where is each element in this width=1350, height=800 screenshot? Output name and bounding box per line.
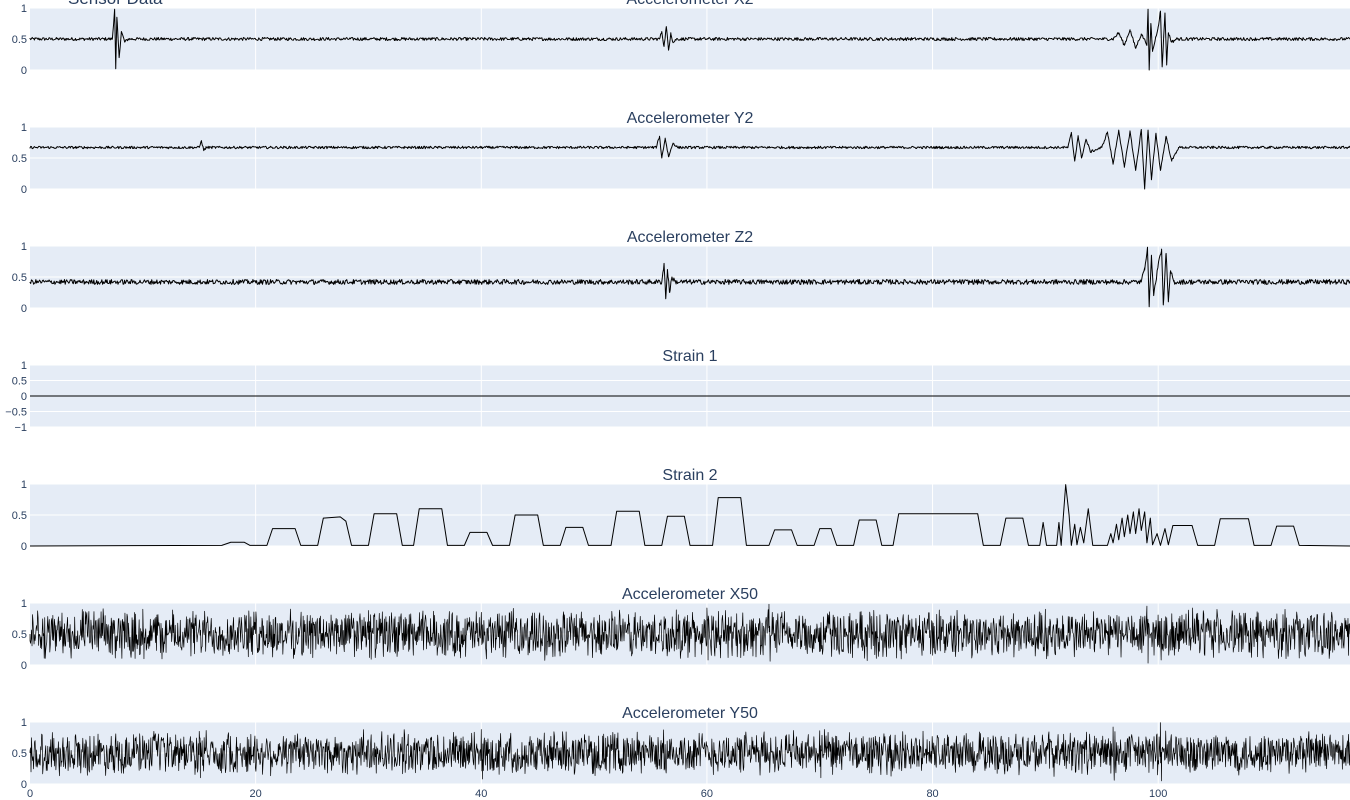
subplot-title: Accelerometer X50 xyxy=(622,586,758,603)
subplot-2: 1 0.5 0 Accelerometer Y2 xyxy=(12,110,1350,196)
y-tick-label: 0.5 xyxy=(12,34,27,46)
y-tick-label: 0 xyxy=(21,303,27,315)
x-tick-label: 0 xyxy=(27,788,33,800)
y-tick-label: 1 xyxy=(21,122,27,134)
x-tick-label: 20 xyxy=(250,788,262,800)
y-tick-label: 0.5 xyxy=(12,629,27,641)
shared-x-axis: 0 20 40 60 80 100 xyxy=(27,788,1167,800)
figure-title: Sensor Data xyxy=(68,0,163,8)
subplot-3: 1 0.5 0 Accelerometer Z2 xyxy=(12,229,1350,315)
y-tick-label: 1 xyxy=(21,598,27,610)
y-tick-label: 1 xyxy=(21,479,27,491)
x-tick-label: 40 xyxy=(475,788,487,800)
x-tick-label: 80 xyxy=(926,788,938,800)
y-tick-label: 0 xyxy=(21,391,27,403)
y-tick-label: 0 xyxy=(21,660,27,672)
subplot-title: Accelerometer Y50 xyxy=(622,705,758,722)
x-tick-label: 100 xyxy=(1149,788,1167,800)
subplot-title: Accelerometer Y2 xyxy=(627,110,754,127)
y-tick-label: 0.5 xyxy=(12,272,27,284)
y-tick-label: 1 xyxy=(21,241,27,253)
y-tick-label: 0 xyxy=(21,541,27,553)
y-tick-label: −1 xyxy=(14,422,27,434)
subplot-7: 10.50Accelerometer Y50 xyxy=(12,705,1350,791)
subplot-title: Strain 2 xyxy=(662,467,717,484)
subplot-title: Accelerometer X2 xyxy=(626,0,753,8)
y-tick-label: 0.5 xyxy=(12,376,27,388)
y-tick-label: 0.5 xyxy=(12,510,27,522)
subplot-title: Accelerometer Z2 xyxy=(627,229,753,246)
y-tick-label: 1 xyxy=(21,360,27,372)
y-tick-label: 0 xyxy=(21,184,27,196)
subplot-6: 1 0.5 0 Accelerometer X50 xyxy=(12,586,1350,672)
y-tick-label: 0.5 xyxy=(12,748,27,760)
x-tick-label: 60 xyxy=(701,788,713,800)
y-tick-label: 0.5 xyxy=(12,153,27,165)
y-tick-label: 1 xyxy=(21,717,27,729)
subplot-1: 1 0.5 0 Accelerometer X2 xyxy=(12,0,1350,77)
y-tick-label: 1 xyxy=(21,3,27,15)
subplot-5: 1 0.5 0 Strain 2 xyxy=(12,467,1350,553)
y-tick-label: −0.5 xyxy=(5,407,27,419)
sensor-data-figure: Sensor Data 1 0.5 0 Accelerometer X2 1 0.5 0 Ac… xyxy=(5,0,1350,800)
subplot-title: Strain 1 xyxy=(662,348,717,365)
subplot-4: 1 0.5 0 −0.5 −1 Strain 1 xyxy=(5,348,1350,434)
y-tick-label: 0 xyxy=(21,65,27,77)
subplots: 1 0.5 0 Accelerometer X2 1 0.5 0 Accelerometer … xyxy=(5,0,1350,791)
